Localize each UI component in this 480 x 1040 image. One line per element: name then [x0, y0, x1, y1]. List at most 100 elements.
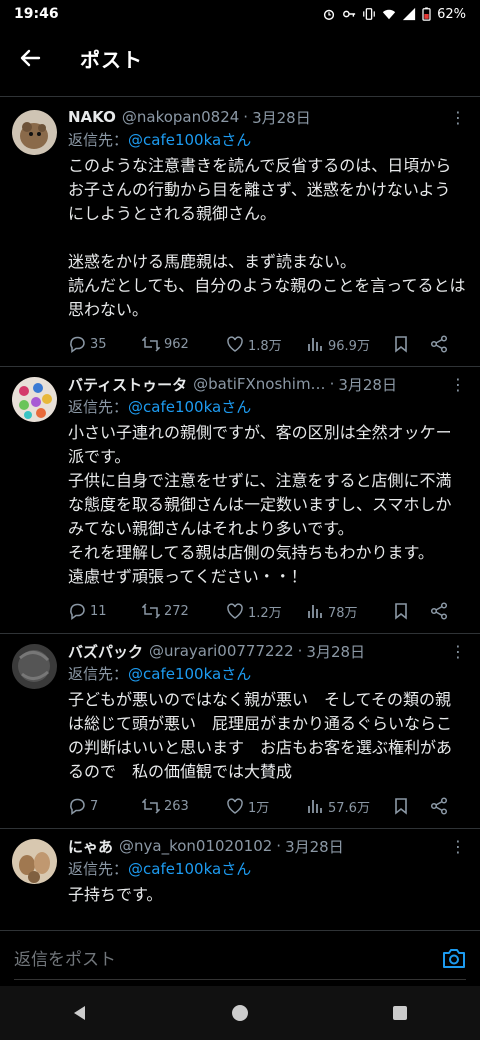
reply-count: 11 — [90, 603, 107, 619]
repost-button[interactable]: 962 — [142, 335, 226, 353]
user-handle[interactable]: @batiFXnoshim… — [193, 375, 325, 393]
user-handle[interactable]: @nya_kon01020102 — [119, 837, 272, 855]
repost-count: 263 — [164, 798, 189, 814]
share-button[interactable] — [430, 335, 448, 353]
tweet-text: 子どもが悪いのではなく親が悪い そしてその類の親は総じて頭が悪い 屁理屈がまかり… — [68, 690, 453, 781]
repost-icon — [142, 798, 160, 814]
bookmark-button[interactable] — [392, 797, 430, 815]
like-icon — [227, 798, 243, 814]
recents-square-icon[interactable] — [390, 1003, 410, 1023]
reply-to-label: 返信先： — [68, 398, 129, 416]
reply-to-line: 返信先：@cafe100kaさん — [68, 662, 466, 686]
battery-percent: 62% — [437, 6, 466, 22]
avatar[interactable] — [12, 644, 57, 689]
separator: · — [297, 642, 303, 660]
reply-tweet[interactable]: にゃあ @nya_kon01020102 · 3月28日 ⋮ 返信先：@cafe… — [0, 829, 480, 907]
reply-to-label: 返信先： — [68, 131, 129, 149]
reply-count: 7 — [90, 798, 99, 814]
views-button[interactable]: 78万 — [306, 602, 392, 621]
like-button[interactable]: 1万 — [226, 797, 306, 816]
reply-icon — [70, 603, 85, 620]
share-icon — [430, 335, 448, 353]
key-icon — [343, 10, 356, 18]
separator: · — [276, 837, 282, 855]
tweet-date[interactable]: 3月28日 — [338, 374, 397, 395]
tweet-date[interactable]: 3月28日 — [285, 836, 344, 857]
reply-to-link[interactable]: @cafe100kaさん — [128, 398, 251, 416]
like-count: 1.2万 — [248, 605, 282, 621]
reply-to-link[interactable]: @cafe100kaさん — [128, 665, 251, 683]
reply-to-label: 返信先： — [68, 860, 129, 878]
repost-icon — [142, 603, 160, 619]
bookmark-button[interactable] — [392, 335, 430, 353]
separator: · — [329, 375, 335, 393]
camera-icon — [443, 949, 465, 968]
tweet-text: 小さい子連れの親側ですが、客の区別は全然オッケー派です。 子供に自身で注意をせず… — [68, 423, 452, 586]
more-options-icon[interactable]: ⋮ — [450, 839, 466, 855]
tweet-meta: にゃあ @nya_kon01020102 · 3月28日 — [68, 835, 466, 857]
like-icon — [227, 336, 243, 352]
more-options-icon[interactable]: ⋮ — [450, 644, 466, 660]
more-options-icon[interactable]: ⋮ — [450, 377, 466, 393]
user-handle[interactable]: @nakopan0824 — [122, 108, 239, 126]
tweet-date[interactable]: 3月28日 — [306, 641, 365, 662]
camera-button[interactable] — [442, 947, 466, 973]
display-name[interactable]: NAKO — [68, 108, 116, 126]
back-triangle-icon[interactable] — [70, 1003, 90, 1023]
battery-icon — [422, 7, 431, 21]
home-circle-icon[interactable] — [230, 1003, 250, 1023]
reply-button[interactable]: 35 — [68, 335, 142, 353]
reply-input[interactable]: 返信をポスト — [14, 945, 116, 970]
back-button[interactable] — [0, 28, 60, 88]
tweet-date[interactable]: 3月28日 — [252, 107, 311, 128]
reply-tweet[interactable]: バティストゥータ @batiFXnoshim… · 3月28日 ⋮ 返信先：@c… — [0, 367, 480, 634]
bookmark-icon — [395, 336, 407, 353]
views-icon — [308, 338, 322, 351]
vibrate-icon — [363, 8, 375, 20]
views-button[interactable]: 96.9万 — [306, 335, 392, 354]
bookmark-button[interactable] — [392, 602, 430, 620]
display-name[interactable]: にゃあ — [68, 836, 113, 857]
display-name[interactable]: バティストゥータ — [68, 374, 187, 395]
views-count: 96.9万 — [328, 338, 370, 354]
reply-to-label: 返信先： — [68, 665, 129, 683]
action-bar: 11 272 1.2万 78万 — [68, 589, 466, 633]
tweet-text: 子持ちです。 — [68, 885, 163, 904]
tweet-meta: NAKO @nakopan0824 · 3月28日 — [68, 106, 466, 128]
reply-composer[interactable]: 返信をポスト — [0, 930, 480, 986]
avatar[interactable] — [12, 377, 57, 422]
status-time: 19:46 — [14, 6, 59, 22]
wifi-icon — [382, 9, 396, 20]
avatar[interactable] — [12, 839, 57, 884]
like-button[interactable]: 1.8万 — [226, 335, 306, 354]
bookmark-icon — [395, 603, 407, 620]
bookmark-icon — [395, 798, 407, 815]
reply-tweet[interactable]: バズパック @urayari00777222 · 3月28日 ⋮ 返信先：@ca… — [0, 634, 480, 829]
back-arrow-icon — [20, 49, 41, 67]
reply-count: 35 — [90, 336, 107, 352]
share-button[interactable] — [430, 602, 448, 620]
reply-input-underline — [14, 979, 466, 980]
reply-to-link[interactable]: @cafe100kaさん — [128, 131, 251, 149]
avatar[interactable] — [12, 110, 57, 155]
like-count: 1万 — [248, 800, 270, 816]
alarm-icon — [324, 9, 335, 20]
repost-button[interactable]: 263 — [142, 797, 226, 815]
reply-button[interactable]: 11 — [68, 602, 142, 620]
tweet-meta: バズパック @urayari00777222 · 3月28日 — [68, 640, 466, 662]
reply-to-link[interactable]: @cafe100kaさん — [128, 860, 251, 878]
reply-button[interactable]: 7 — [68, 797, 142, 815]
user-handle[interactable]: @urayari00777222 — [149, 642, 294, 660]
reply-tweet[interactable]: NAKO @nakopan0824 · 3月28日 ⋮ 返信先：@cafe100… — [0, 100, 480, 367]
display-name[interactable]: バズパック — [68, 641, 143, 662]
signal-icon — [402, 7, 416, 21]
share-button[interactable] — [430, 797, 448, 815]
more-options-icon[interactable]: ⋮ — [450, 110, 466, 126]
like-icon — [227, 603, 243, 619]
like-button[interactable]: 1.2万 — [226, 602, 306, 621]
action-bar: 35 962 1.8万 96.9万 — [68, 322, 466, 366]
repost-button[interactable]: 272 — [142, 602, 226, 620]
app-header: ポスト — [0, 28, 480, 88]
reply-feed[interactable]: NAKO @nakopan0824 · 3月28日 ⋮ 返信先：@cafe100… — [0, 100, 480, 930]
views-button[interactable]: 57.6万 — [306, 797, 392, 816]
